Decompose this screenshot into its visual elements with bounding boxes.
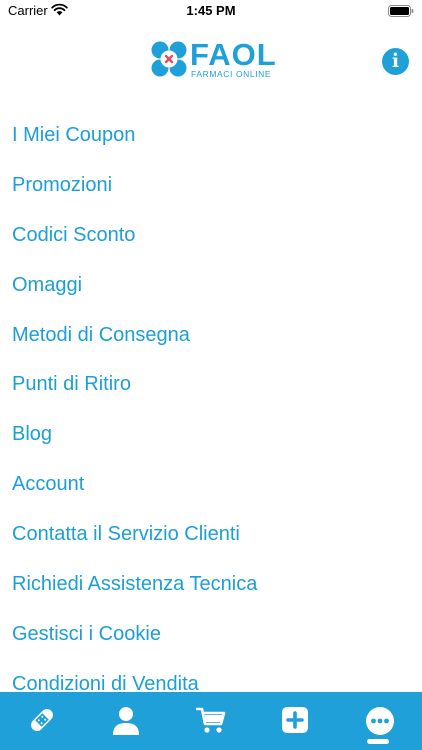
logo-mark-icon: [151, 41, 187, 77]
more-icon: [366, 707, 394, 735]
menu-item-blog[interactable]: Blog: [0, 409, 422, 459]
menu-item-promozioni[interactable]: Promozioni: [0, 160, 422, 210]
tab-cart[interactable]: [168, 692, 252, 750]
menu-item-punti-ritiro[interactable]: Punti di Ritiro: [0, 359, 422, 409]
cart-icon: [196, 707, 226, 733]
tab-pharmacy[interactable]: [253, 692, 337, 750]
info-icon: i: [391, 50, 400, 72]
header: FAOL FARMACI ONLINE i: [0, 22, 422, 102]
status-bar: Carrier 1:45 PM: [0, 0, 422, 22]
menu-item-account[interactable]: Account: [0, 459, 422, 509]
logo-title: FAOL: [190, 37, 277, 72]
bandage-icon: [31, 709, 53, 731]
tab-bar: [0, 692, 422, 750]
menu-item-metodi-consegna[interactable]: Metodi di Consegna: [0, 310, 422, 360]
menu-item-assistenza-tecnica[interactable]: Richiedi Assistenza Tecnica: [0, 559, 422, 609]
tab-bandage[interactable]: [0, 692, 84, 750]
menu-item-coupon[interactable]: I Miei Coupon: [0, 110, 422, 160]
tab-account[interactable]: [84, 692, 168, 750]
menu-list: I Miei Coupon Promozioni Codici Sconto O…: [0, 110, 422, 692]
person-icon: [113, 707, 139, 735]
plus-square-icon: [282, 707, 308, 733]
menu-item-servizio-clienti[interactable]: Contatta il Servizio Clienti: [0, 509, 422, 559]
menu-item-omaggi[interactable]: Omaggi: [0, 260, 422, 310]
faol-logo: FAOL FARMACI ONLINE: [150, 37, 276, 82]
menu-item-condizioni-vendita[interactable]: Condizioni di Vendita: [0, 659, 422, 692]
status-time: 1:45 PM: [186, 3, 236, 18]
menu-item-codici-sconto[interactable]: Codici Sconto: [0, 210, 422, 260]
battery-icon: [388, 5, 414, 17]
menu-item-cookie[interactable]: Gestisci i Cookie: [0, 609, 422, 659]
selected-tab-indicator: [367, 739, 389, 744]
info-button[interactable]: i: [382, 48, 409, 75]
logo-subtitle: FARMACI ONLINE: [191, 69, 272, 79]
